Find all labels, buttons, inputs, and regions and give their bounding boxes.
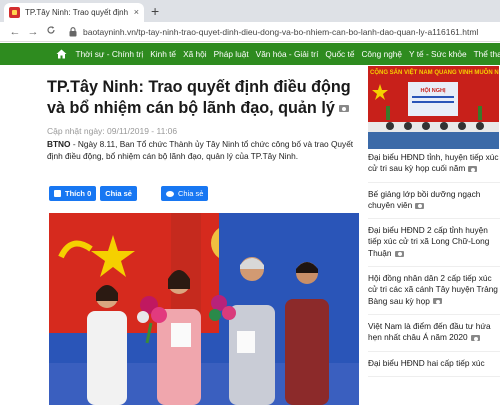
nav-item-the-thao[interactable]: Thể thao <box>470 43 500 65</box>
related-news-title: Bế giảng lớp bồi dưỡng ngạch chuyên viên <box>368 188 481 210</box>
back-button[interactable]: ← <box>6 22 24 42</box>
related-news-title: Đại biểu HĐND tỉnh, huyện tiếp xúc cử tr… <box>368 152 499 174</box>
camera-icon <box>415 202 425 209</box>
related-news-list: Đại biểu HĐND tỉnh, huyện tiếp xúc cử tr… <box>368 152 500 383</box>
meeting-photo: CỘNG SẢN VIỆT NAM QUANG VINH MUÔN N HỘI … <box>368 66 499 149</box>
browser-tab[interactable]: TP.Tây Ninh: Trao quyết định điều × <box>4 3 144 22</box>
tab-title: TP.Tây Ninh: Trao quyết định điều <box>25 8 130 17</box>
zalo-share-button[interactable]: Chia sẻ <box>160 186 209 201</box>
article-photo[interactable] <box>49 213 359 405</box>
list-item[interactable]: Hội đồng nhân dân 2 cấp tiếp xúc cử tri … <box>368 273 500 315</box>
ceremony-photo <box>49 213 359 405</box>
sidebar-thumbnail[interactable]: CỘNG SẢN VIỆT NAM QUANG VINH MUÔN N HỘI … <box>368 66 499 149</box>
tab-close-icon[interactable]: × <box>134 8 139 17</box>
site-favicon-icon <box>9 7 20 18</box>
facebook-like-label: Thích 0 <box>65 189 92 198</box>
nav-item-cong-nghe[interactable]: Công nghệ <box>358 43 406 65</box>
article-title: TP.Tây Ninh: Trao quyết định điều động v… <box>47 77 357 119</box>
list-item[interactable]: Việt Nam là điểm đến đầu tư hứa hẹn nhất… <box>368 321 500 352</box>
reload-button[interactable] <box>42 22 60 42</box>
browser-toolbar: ← → baotayninh.vn/tp-tay-ninh-trao-quyet… <box>0 22 500 42</box>
article-title-text: TP.Tây Ninh: Trao quyết định điều động v… <box>47 78 351 117</box>
nav-item-van-hoa[interactable]: Văn hóa - Giải trí <box>252 43 322 65</box>
camera-icon <box>432 298 442 305</box>
home-icon[interactable] <box>50 43 72 65</box>
zalo-share-label: Chia sẻ <box>177 189 204 198</box>
nav-item-y-te[interactable]: Y tế - Sức khỏe <box>406 43 471 65</box>
camera-icon <box>338 105 349 113</box>
article-date: Cập nhật ngày: 09/11/2019 - 11:06 <box>47 126 178 136</box>
banner-board-title: HỘI NGHỊ <box>420 86 446 94</box>
camera-icon <box>470 335 480 342</box>
lock-icon[interactable] <box>66 26 80 37</box>
zalo-icon <box>165 190 174 197</box>
forward-button[interactable]: → <box>24 22 42 42</box>
article-lead: BTNO - Ngày 8.11, Ban Tổ chức Thành ủy T… <box>47 139 362 162</box>
share-row: Thích 0 Chia sẻ Chia sẻ <box>49 186 209 201</box>
nav-item-thoi-su[interactable]: Thời sự - Chính trị <box>72 43 147 65</box>
camera-icon <box>394 250 404 257</box>
lead-source: BTNO <box>47 139 71 149</box>
list-item[interactable]: Đại biểu HĐND 2 cấp tỉnh huyện tiếp xúc … <box>368 225 500 268</box>
facebook-like-button[interactable]: Thích 0 <box>49 186 97 201</box>
address-bar-url[interactable]: baotayninh.vn/tp-tay-ninh-trao-quyet-din… <box>83 27 478 37</box>
lead-text: - Ngày 8.11, Ban Tổ chức Thành ủy Tây Ni… <box>47 139 354 161</box>
reload-icon <box>47 25 55 34</box>
facebook-share-label: Chia sẻ <box>105 189 132 198</box>
related-news-title: Đại biểu HĐND hai cấp tiếp xúc <box>368 357 485 368</box>
new-tab-button[interactable]: + <box>151 3 159 19</box>
nav-item-kinh-te[interactable]: Kinh tế <box>147 43 180 65</box>
site-navigation: Thời sự - Chính trị Kinh tế Xã hội Pháp … <box>0 43 500 65</box>
banner-slogan: CỘNG SẢN VIỆT NAM QUANG VINH MUÔN N <box>370 68 499 76</box>
list-item[interactable]: Đại biểu HĐND tỉnh, huyện tiếp xúc cử tr… <box>368 152 500 183</box>
related-news-title: Đại biểu HĐND 2 cấp tỉnh huyện tiếp xúc … <box>368 225 490 258</box>
list-item[interactable]: Bế giảng lớp bồi dưỡng ngạch chuyên viên <box>368 189 500 220</box>
nav-item-quoc-te[interactable]: Quốc tế <box>322 43 358 65</box>
browser-tab-strip: TP.Tây Ninh: Trao quyết định điều × + <box>0 0 500 22</box>
nav-item-phap-luat[interactable]: Pháp luật <box>210 43 252 65</box>
nav-item-xa-hoi[interactable]: Xã hội <box>180 43 211 65</box>
camera-icon <box>468 166 478 173</box>
list-item[interactable]: Đại biểu HĐND hai cấp tiếp xúc <box>368 358 500 377</box>
facebook-like-icon <box>54 190 61 197</box>
facebook-share-button[interactable]: Chia sẻ <box>100 186 137 201</box>
